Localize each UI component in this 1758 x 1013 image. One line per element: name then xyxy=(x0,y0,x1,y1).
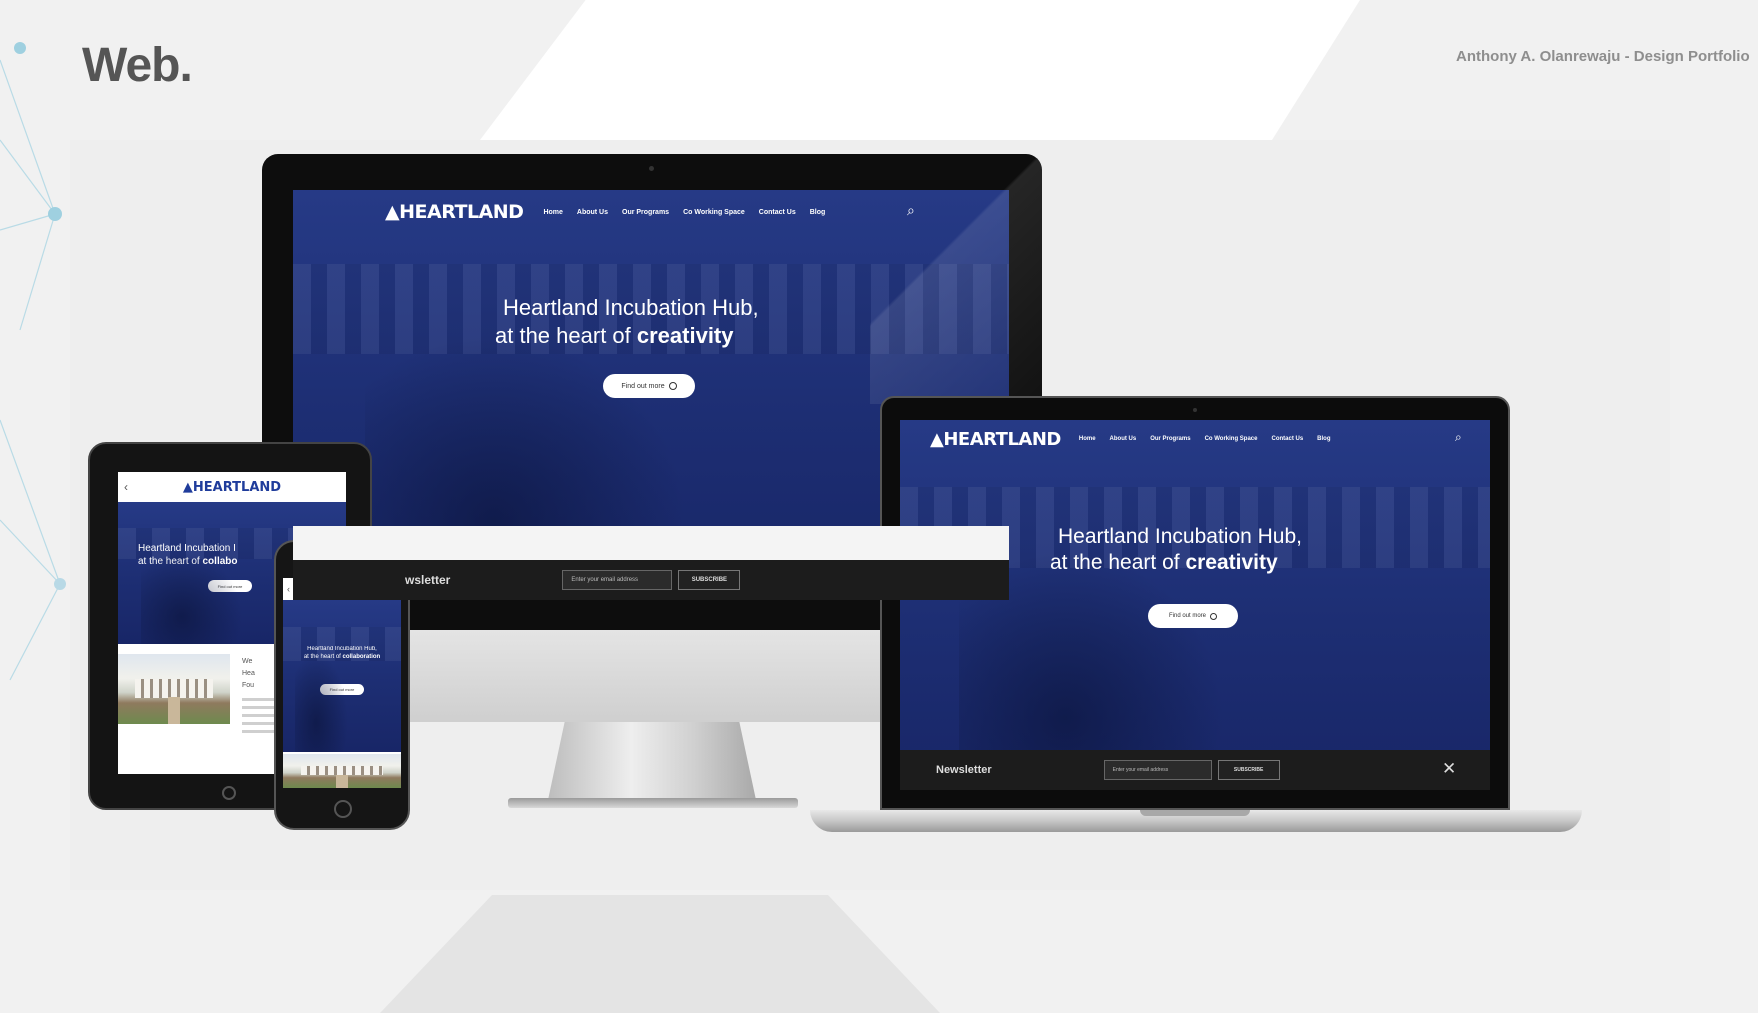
hero-line-1: Heartland Incubation Hub, xyxy=(307,646,377,652)
phone-hero: Heartland Incubation Hub, at the heart o… xyxy=(283,600,401,752)
site-logo[interactable]: ▲HEARTLAND xyxy=(930,429,1061,450)
nav-about-us[interactable]: About Us xyxy=(577,209,608,216)
network-graphic-icon xyxy=(0,42,66,681)
site-logo[interactable]: ▲HEARTLAND xyxy=(183,480,281,495)
find-out-more-button[interactable]: Find out more xyxy=(1148,604,1238,628)
nav-about-us[interactable]: About Us xyxy=(1110,436,1137,442)
arrow-circle-icon xyxy=(668,382,677,390)
nav-home[interactable]: Home xyxy=(543,209,562,216)
laptop-screen: ▲HEARTLAND Home About Us Our Programs Co… xyxy=(900,420,1490,790)
background-shape-bottom xyxy=(380,895,940,1013)
search-icon[interactable]: ⌕ xyxy=(907,202,915,219)
building-photo xyxy=(283,754,401,788)
close-icon[interactable]: ✕ xyxy=(1442,759,1456,779)
imac-stand xyxy=(548,722,756,800)
logo-mark-icon: ▲ xyxy=(385,201,400,223)
background-shape-top xyxy=(480,0,1360,140)
hero-line-1: Heartland Incubation Hub, xyxy=(503,295,759,320)
arrow-circle-icon xyxy=(1210,612,1218,620)
newsletter-label: wsletter xyxy=(405,573,451,587)
email-field[interactable]: Enter your email address xyxy=(562,570,673,590)
nav-contact-us[interactable]: Contact Us xyxy=(1271,436,1303,442)
search-icon[interactable]: ⌕ xyxy=(1455,430,1462,445)
tablet-header: ‹ ▲HEARTLAND xyxy=(118,472,346,502)
phone-screen: ‹ ▲HEARTLAND Heartland Incubation Hub, a… xyxy=(283,578,401,788)
nav-blog[interactable]: Blog xyxy=(810,209,826,216)
tablet-side-text: We Hea Fou xyxy=(242,658,255,689)
hero-heading: Heartland Incubation Hub, at the heart o… xyxy=(495,294,759,349)
hero-line-2: at the heart of creativity xyxy=(1050,551,1278,575)
hero-line-2: at the heart of creativity xyxy=(495,322,734,348)
laptop-nav: ▲HEARTLAND Home About Us Our Programs Co… xyxy=(930,426,1331,452)
email-field[interactable]: Enter your email address xyxy=(1103,760,1212,780)
page-author: Anthony A. Olanrewaju - Design Portfolio xyxy=(1456,48,1750,65)
nav-contact-us[interactable]: Contact Us xyxy=(759,209,796,216)
phone-home-button xyxy=(334,800,352,818)
imac-nav: ▲HEARTLAND Home About Us Our Programs Co… xyxy=(385,198,825,226)
imac-camera xyxy=(649,166,654,171)
subscribe-button[interactable]: SUBSCRIBE xyxy=(678,570,741,590)
logo-mark-icon: ▲ xyxy=(182,479,193,495)
imac-foot xyxy=(508,798,798,808)
back-icon[interactable]: ‹ xyxy=(287,584,290,594)
back-icon[interactable]: ‹ xyxy=(124,480,128,494)
laptop-camera xyxy=(1193,408,1197,412)
newsletter-label: Newsletter xyxy=(936,764,992,776)
find-out-more-button[interactable]: Find out more xyxy=(603,374,695,398)
nav-our-programs[interactable]: Our Programs xyxy=(1150,436,1190,442)
find-out-more-button[interactable]: Find out more xyxy=(320,684,364,695)
nav-co-working-space[interactable]: Co Working Space xyxy=(1205,436,1258,442)
tablet-home-button xyxy=(222,786,236,800)
page-title: Web. xyxy=(82,39,193,92)
building-photo xyxy=(118,654,230,724)
nav-blog[interactable]: Blog xyxy=(1317,436,1330,442)
nav-co-working-space[interactable]: Co Working Space xyxy=(683,209,745,216)
hero-heading: Heartland Incubation Hub, at the heart o… xyxy=(1050,524,1302,577)
nav-our-programs[interactable]: Our Programs xyxy=(622,209,669,216)
hero-line-2: at the heart of collaboration xyxy=(303,653,381,660)
imac-page-strip xyxy=(293,526,1009,562)
hero-heading: Heartland Incubation Hub, at the heart o… xyxy=(283,646,401,662)
subscribe-button[interactable]: SUBSCRIBE xyxy=(1217,760,1280,780)
logo-mark-icon: ▲ xyxy=(930,428,944,450)
site-logo[interactable]: ▲HEARTLAND xyxy=(385,201,524,223)
nav-home[interactable]: Home xyxy=(1079,436,1096,442)
laptop-notch xyxy=(1140,810,1250,816)
imac-newsletter-bar: wsletter Enter your email address SUBSCR… xyxy=(293,560,1009,600)
find-out-more-button[interactable]: Find out more xyxy=(208,580,252,592)
laptop-newsletter-bar: Newsletter Enter your email address SUBS… xyxy=(900,750,1490,790)
hero-line-1: Heartland Incubation Hub, xyxy=(1058,525,1302,548)
imac-glare xyxy=(870,154,1042,404)
